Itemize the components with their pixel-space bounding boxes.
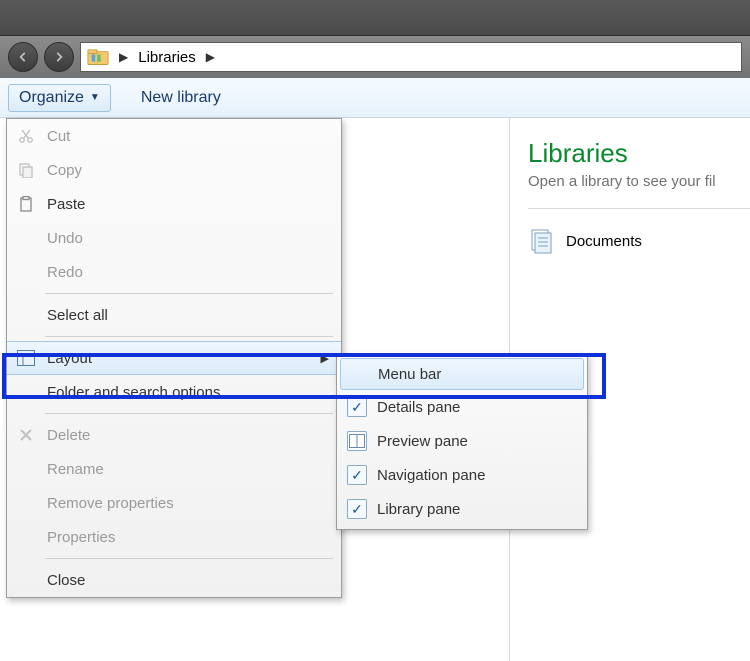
submenu-details-label: Details pane bbox=[377, 399, 573, 416]
layout-icon bbox=[15, 350, 37, 366]
address-bar[interactable]: ▶ Libraries ▶ bbox=[80, 42, 742, 72]
blank-icon bbox=[348, 364, 368, 384]
chevron-down-icon: ▼ bbox=[90, 92, 100, 103]
menu-delete-label: Delete bbox=[47, 427, 329, 444]
cut-icon bbox=[15, 128, 37, 144]
menu-selectall-label: Select all bbox=[47, 307, 329, 324]
menu-paste-label: Paste bbox=[47, 196, 329, 213]
window-titlebar bbox=[0, 0, 750, 36]
documents-icon bbox=[528, 227, 556, 255]
page-subtitle: Open a library to see your fil bbox=[528, 173, 750, 190]
paste-icon bbox=[15, 196, 37, 212]
menu-separator bbox=[45, 413, 333, 414]
organize-menu: Cut Copy Paste Undo Redo Select all Layo… bbox=[6, 118, 342, 598]
menu-close[interactable]: Close bbox=[7, 563, 341, 597]
submenu-navigation-label: Navigation pane bbox=[377, 467, 573, 484]
menu-cut-label: Cut bbox=[47, 128, 329, 145]
menu-removeprops-label: Remove properties bbox=[47, 495, 329, 512]
submenu-library-pane[interactable]: ✓ Library pane bbox=[337, 492, 587, 526]
menu-layout-label: Layout bbox=[47, 350, 311, 367]
check-icon: ✓ bbox=[347, 499, 367, 519]
menu-remove-properties[interactable]: Remove properties bbox=[7, 486, 341, 520]
check-icon: ✓ bbox=[347, 397, 367, 417]
organize-button[interactable]: Organize ▼ bbox=[8, 84, 111, 112]
documents-label: Documents bbox=[566, 233, 642, 250]
menu-folderopts-label: Folder and search options bbox=[47, 384, 329, 401]
menu-cut[interactable]: Cut bbox=[7, 119, 341, 153]
menu-copy-label: Copy bbox=[47, 162, 329, 179]
menu-properties-label: Properties bbox=[47, 529, 329, 546]
menu-undo[interactable]: Undo bbox=[7, 221, 341, 255]
menu-separator bbox=[45, 558, 333, 559]
delete-icon bbox=[15, 427, 37, 443]
breadcrumb-libraries[interactable]: Libraries bbox=[138, 49, 196, 66]
organize-label: Organize bbox=[19, 89, 84, 107]
menu-properties[interactable]: Properties bbox=[7, 520, 341, 554]
command-bar: Organize ▼ New library bbox=[0, 78, 750, 118]
libraries-icon bbox=[87, 48, 109, 66]
navigation-bar: ▶ Libraries ▶ bbox=[0, 36, 750, 78]
check-icon: ✓ bbox=[347, 465, 367, 485]
menu-paste[interactable]: Paste bbox=[7, 187, 341, 221]
menu-delete[interactable]: Delete bbox=[7, 418, 341, 452]
copy-icon bbox=[15, 162, 37, 178]
submenu-preview-label: Preview pane bbox=[377, 433, 573, 450]
submenu-preview-pane[interactable]: Preview pane bbox=[337, 424, 587, 458]
menu-rename-label: Rename bbox=[47, 461, 329, 478]
submenu-arrow-icon: ▶ bbox=[321, 352, 329, 365]
forward-button[interactable] bbox=[44, 42, 74, 72]
divider bbox=[528, 208, 750, 209]
menu-close-label: Close bbox=[47, 572, 329, 589]
menu-separator bbox=[45, 336, 333, 337]
pane-icon bbox=[347, 431, 367, 451]
menu-rename[interactable]: Rename bbox=[7, 452, 341, 486]
menu-separator bbox=[45, 293, 333, 294]
submenu-details-pane[interactable]: ✓ Details pane bbox=[337, 390, 587, 424]
menu-redo-label: Redo bbox=[47, 264, 329, 281]
submenu-menu-bar[interactable]: Menu bar bbox=[340, 358, 584, 390]
chevron-right-icon[interactable]: ▶ bbox=[204, 50, 217, 64]
new-library-button[interactable]: New library bbox=[141, 89, 221, 107]
menu-folder-options[interactable]: Folder and search options bbox=[7, 375, 341, 409]
menu-layout[interactable]: Layout ▶ bbox=[7, 341, 341, 375]
menu-undo-label: Undo bbox=[47, 230, 329, 247]
chevron-right-icon[interactable]: ▶ bbox=[117, 50, 130, 64]
library-item-documents[interactable]: Documents bbox=[528, 227, 750, 255]
page-title: Libraries bbox=[528, 138, 750, 169]
submenu-menubar-label: Menu bar bbox=[378, 366, 572, 383]
menu-copy[interactable]: Copy bbox=[7, 153, 341, 187]
menu-redo[interactable]: Redo bbox=[7, 255, 341, 289]
menu-select-all[interactable]: Select all bbox=[7, 298, 341, 332]
back-button[interactable] bbox=[8, 42, 38, 72]
layout-submenu: Menu bar ✓ Details pane Preview pane ✓ N… bbox=[336, 354, 588, 530]
submenu-navigation-pane[interactable]: ✓ Navigation pane bbox=[337, 458, 587, 492]
submenu-library-label: Library pane bbox=[377, 501, 573, 518]
